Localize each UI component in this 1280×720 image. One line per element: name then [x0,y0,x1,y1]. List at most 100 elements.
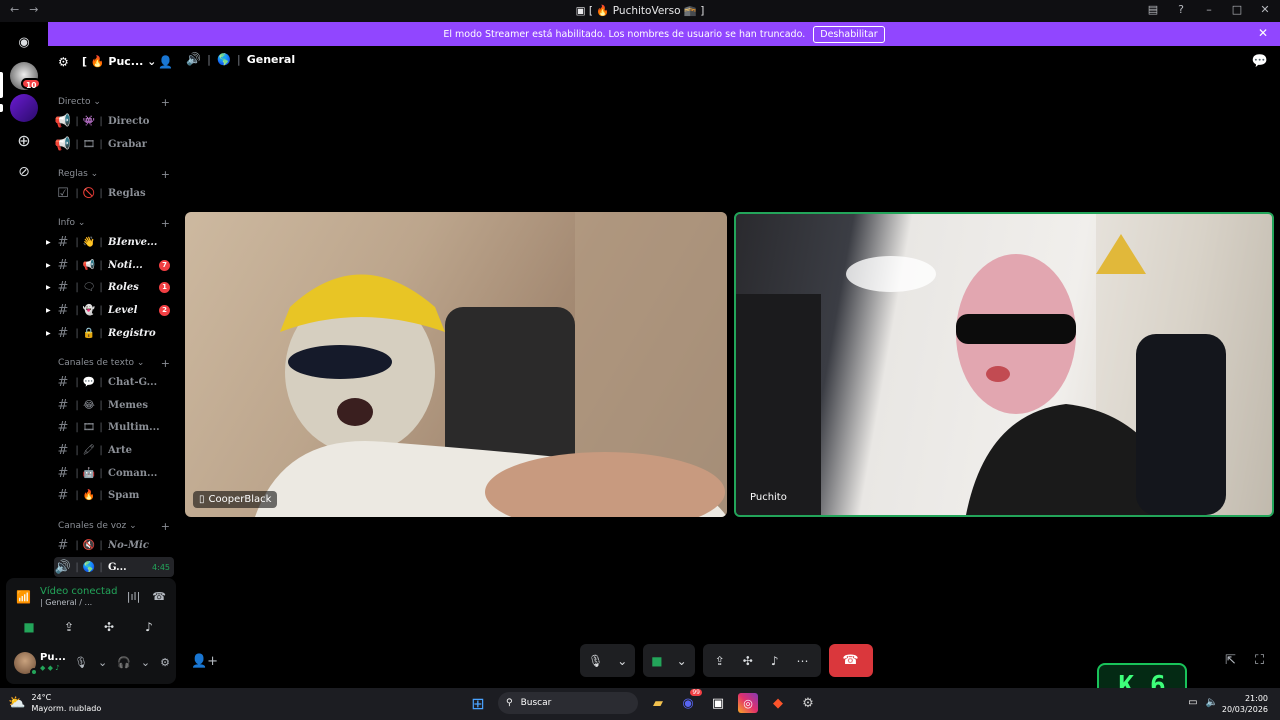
channel-reglas[interactable]: ☑ | 🚫 | Reglas [54,183,174,203]
phone-icon: ☎ [842,653,859,668]
channel-bienvenida[interactable]: ▶ # | 👋 | BIenve... [46,232,174,252]
chevron-down-icon[interactable]: ⌄ [617,654,627,668]
fullscreen-icon[interactable]: ⛶ [1255,653,1264,668]
discord-taskbar-icon[interactable]: ◉ 99 [678,689,702,713]
emoji-icon: 🌎 [82,561,96,573]
screen-share-icon[interactable]: ⇪ [715,654,725,668]
search-box[interactable]: ⚲ Buscar [498,692,638,714]
app-icon[interactable]: ⚙ [798,693,818,713]
server-settings-icon[interactable]: ⚙ [58,55,69,69]
chevron-down-icon[interactable]: ⌄ [98,656,107,669]
hash-icon: # [57,302,69,318]
disable-streamer-button[interactable]: Deshabilitar [813,25,885,43]
channel-label: G... [108,561,127,573]
minimize-button[interactable]: – [1202,3,1216,16]
headphones-icon[interactable]: 🎧 [117,656,131,669]
temperature: 24°C [31,693,52,702]
add-server-icon[interactable]: ⊕ [10,126,38,154]
disconnect-icon[interactable]: ☎ [152,590,166,603]
add-channel-icon[interactable]: + [161,357,170,370]
channel-comandos[interactable]: # | 🤖 | Coman... [54,463,174,483]
channel-nomic[interactable]: # | 🔇 | No-Mic [54,535,174,555]
weather-widget[interactable]: ⛅ 24°C Mayorm. nublado [8,692,101,714]
microphone-icon[interactable]: 🎙 [588,654,603,668]
call-header: 🔊 | 🌎 | General [186,52,295,66]
channel-arte[interactable]: # | 🖍 | Arte [54,440,174,460]
help-icon[interactable]: ? [1174,3,1188,16]
discord-home-icon[interactable]: ◉ [10,28,38,56]
weather-condition: Mayorm. nublado [31,704,102,713]
microphone-icon[interactable]: 🎙 [74,656,88,669]
system-tray: ▭ 🔈 [1188,697,1218,708]
hash-icon: # [57,257,69,273]
screen-share-icon[interactable]: ⇪ [52,616,86,638]
add-channel-icon[interactable]: + [161,168,170,181]
camera-icon[interactable]: ■ [12,616,46,638]
channel-roles[interactable]: ▶ # | 🗨 | Roles 1 [46,277,174,297]
user-panel[interactable]: Pu... ◆ ◆ ♪ 🎙 ⌄ 🎧 ⌄ ⚙ [12,650,172,678]
channel-memes[interactable]: # | 😂 | Memes [54,395,174,415]
more-options-icon[interactable]: ⋯ [797,654,809,668]
camera-icon[interactable]: ■ [651,654,662,668]
channel-level[interactable]: ▶ # | 👻 | Level 2 [46,300,174,320]
channel-spam[interactable]: # | 🔥 | Spam [54,485,174,505]
channel-directo[interactable]: 📢 | 👾 | Directo [54,111,174,131]
pop-out-icon[interactable]: ⇱ [1225,653,1236,668]
server-name: [ 🔥 Puc... ⌄ [82,55,157,68]
video-tile-cooperblack[interactable]: ▯ CooperBlack [185,212,727,517]
avatar[interactable] [14,652,38,676]
clock[interactable]: 21:00 20/03/2026 [1222,693,1268,715]
maximize-button[interactable]: □ [1230,3,1244,16]
category-directo[interactable]: Directo ⌄ + [58,96,170,109]
close-banner-icon[interactable]: ✕ [1258,26,1268,40]
channel-noticias[interactable]: ▶ # | 📢 | Noti... 7 [46,255,174,275]
voice-status[interactable]: Vídeo conectado [40,586,118,597]
add-channel-icon[interactable]: + [161,520,170,533]
add-channel-icon[interactable]: + [161,217,170,230]
soundboard-icon[interactable]: ♪ [771,654,779,668]
instagram-icon[interactable]: ◎ [738,693,758,713]
category-reglas[interactable]: Reglas ⌄ + [58,168,170,181]
channel-chat[interactable]: # | 💬 | Chat-G... [54,372,174,392]
category-voz[interactable]: Canales de voz ⌄ + [58,520,170,533]
channel-multimedia[interactable]: # | 🎞 | Multim... [54,417,174,437]
chat-bubble-icon[interactable]: 💬 [1252,54,1268,69]
channel-label: Multim... [108,421,160,433]
chevron-down-icon[interactable]: ⌄ [141,656,150,669]
signal-icon[interactable]: 📶 [16,590,31,604]
start-icon[interactable]: ⊞ [468,693,488,713]
display-icon[interactable]: ▭ [1188,697,1197,708]
category-info[interactable]: Info ⌄ + [58,217,170,230]
file-explorer-icon[interactable]: ▰ [648,693,668,713]
channel-registro[interactable]: ▶ # | 🔒 | Registro [46,323,174,343]
voice-channel-sub[interactable]: | General / ... [40,598,92,607]
channel-general-voice[interactable]: 🔊 | 🌎 | G... 4:45 [54,557,174,577]
category-texto[interactable]: Canales de texto ⌄ + [58,357,170,370]
chevron-down-icon[interactable]: ⌄ [677,654,687,668]
soundboard-icon[interactable]: ♪ [132,616,166,638]
invite-icon[interactable]: 👤 [158,55,173,69]
activities-icon[interactable]: ✣ [92,616,126,638]
mention-badge: 1 [159,281,170,293]
channel-label: Level [108,304,138,316]
add-channel-icon[interactable]: + [161,96,170,109]
server-header[interactable]: ⚙ [ 🔥 Puc... ⌄ 👤 [48,46,178,78]
close-button[interactable]: ✕ [1258,3,1272,16]
add-participant-icon[interactable]: 👤+ [191,654,218,669]
video-tile-puchito[interactable]: Puchito [734,212,1274,517]
channel-grabar[interactable]: 📢 | 🎞 | Grabar [54,134,174,154]
server-purple[interactable] [10,94,38,122]
volume-icon[interactable]: 🔈 [1206,697,1218,708]
mention-badge: 2 [159,304,170,316]
participant-name: Puchito [750,492,787,503]
inbox-icon[interactable]: ▤ [1146,3,1160,16]
discover-icon[interactable]: ⊘ [10,158,38,186]
activities-icon[interactable]: ✣ [743,654,753,668]
voice-panel: 📶 Vídeo conectado | General / ... |ıl| ☎… [6,578,176,684]
store-icon[interactable]: ▣ [708,693,728,713]
hang-up-button[interactable]: ☎ [828,644,873,677]
weather-icon: ⛅ [8,695,26,711]
noise-suppression-icon[interactable]: |ıl| [127,590,141,603]
brave-icon[interactable]: ◆ [768,693,788,713]
gear-icon[interactable]: ⚙ [160,656,170,669]
